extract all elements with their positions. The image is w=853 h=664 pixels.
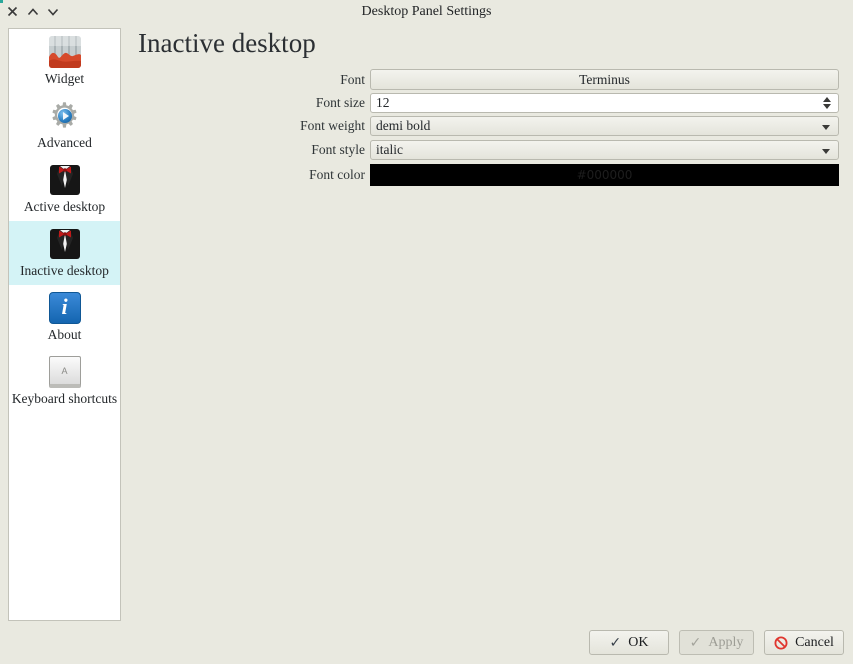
apply-button[interactable]: ✓ Apply xyxy=(679,630,754,655)
tuxedo-icon xyxy=(49,228,81,260)
sidebar-item-keyboard-shortcuts[interactable]: A Keyboard shortcuts xyxy=(9,349,120,413)
desktop-panel-settings-window: Desktop Panel Settings Widget ⚙ Advanced xyxy=(0,0,853,664)
font-size-label: Font size xyxy=(138,95,370,111)
tuxedo-icon xyxy=(49,164,81,196)
spin-down-icon[interactable] xyxy=(823,104,831,109)
dialog-footer: ✓ OK ✓ Apply Cancel xyxy=(0,630,844,655)
titlebar: Desktop Panel Settings xyxy=(0,0,853,24)
sidebar-item-label: Inactive desktop xyxy=(20,263,109,279)
font-color-row: Font color #000000 xyxy=(138,164,844,186)
check-icon: ✓ xyxy=(610,635,622,651)
gear-icon: ⚙ xyxy=(49,100,81,132)
sidebar-item-label: Widget xyxy=(45,71,84,87)
font-picker-button[interactable]: Terminus xyxy=(370,69,839,90)
font-row: Font Terminus xyxy=(138,69,844,90)
chevron-down-icon xyxy=(822,125,830,130)
check-icon: ✓ xyxy=(690,635,702,651)
sidebar-item-label: About xyxy=(48,327,82,343)
page-title: Inactive desktop xyxy=(138,28,316,59)
font-style-value: italic xyxy=(376,142,403,158)
widget-chart-icon xyxy=(49,36,81,68)
sidebar-item-widget[interactable]: Widget xyxy=(9,29,120,93)
chevron-down-icon xyxy=(822,149,830,154)
spin-up-icon[interactable] xyxy=(823,97,831,102)
font-size-spinbox xyxy=(370,93,839,113)
cancel-button[interactable]: Cancel xyxy=(764,630,844,655)
font-style-row: Font style italic xyxy=(138,140,844,160)
settings-form: Font Terminus Font size Font weight xyxy=(138,69,844,189)
sidebar-item-label: Advanced xyxy=(37,135,92,151)
sidebar-item-label: Active desktop xyxy=(24,199,105,215)
font-style-select[interactable]: italic xyxy=(370,140,839,160)
font-color-label: Font color xyxy=(138,167,370,183)
font-weight-row: Font weight demi bold xyxy=(138,116,844,136)
font-color-value: #000000 xyxy=(577,168,633,182)
font-weight-value: demi bold xyxy=(376,118,430,134)
sidebar: Widget ⚙ Advanced Active d xyxy=(8,28,121,621)
font-weight-select[interactable]: demi bold xyxy=(370,116,839,136)
font-label: Font xyxy=(138,72,370,88)
sidebar-item-inactive-desktop[interactable]: Inactive desktop xyxy=(9,221,120,285)
sidebar-item-about[interactable]: i About xyxy=(9,285,120,349)
font-weight-label: Font weight xyxy=(138,118,370,134)
info-icon: i xyxy=(49,292,81,324)
font-size-input[interactable] xyxy=(371,94,816,112)
sidebar-item-advanced[interactable]: ⚙ Advanced xyxy=(9,93,120,157)
sidebar-item-label: Keyboard shortcuts xyxy=(12,391,117,407)
font-size-row: Font size xyxy=(138,93,844,113)
prohibition-icon xyxy=(774,636,788,650)
font-color-swatch-button[interactable]: #000000 xyxy=(370,164,839,186)
keyboard-key-icon: A xyxy=(49,356,81,388)
window-title: Desktop Panel Settings xyxy=(0,4,853,20)
sidebar-item-active-desktop[interactable]: Active desktop xyxy=(9,157,120,221)
font-size-stepper[interactable] xyxy=(816,94,838,112)
ok-button[interactable]: ✓ OK xyxy=(589,630,669,655)
font-style-label: Font style xyxy=(138,142,370,158)
